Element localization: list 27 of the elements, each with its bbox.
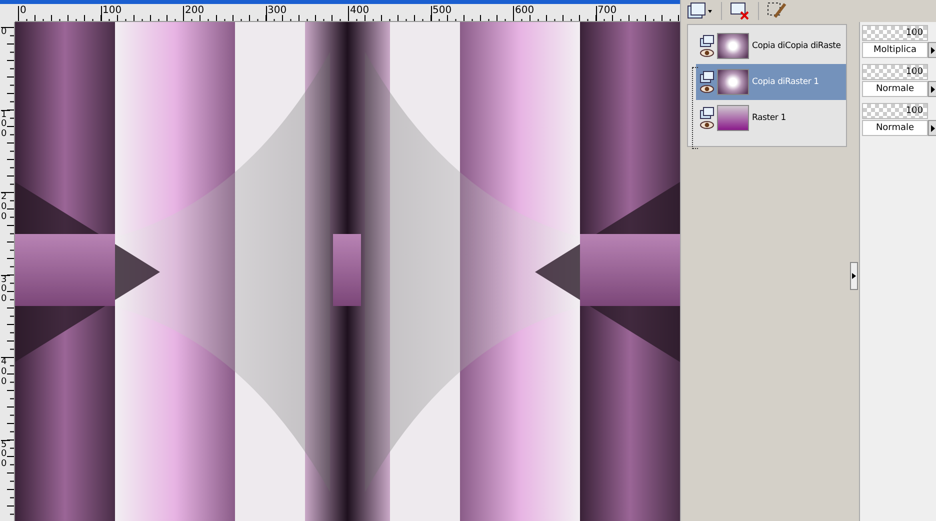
blend-mode-dropdown[interactable]: Moltiplica bbox=[862, 42, 928, 58]
layer-thumbnail bbox=[717, 105, 749, 131]
layer-thumbnail bbox=[717, 69, 749, 95]
blend-mode-arrow-button[interactable] bbox=[928, 120, 936, 136]
caret-icon bbox=[931, 46, 935, 54]
opacity-field[interactable]: 100 bbox=[862, 64, 928, 80]
opacity-field[interactable]: 100 bbox=[862, 103, 928, 119]
panel-collapse-handle[interactable] bbox=[850, 262, 858, 290]
blend-mode-arrow-button[interactable] bbox=[928, 42, 936, 58]
layer-stack-icon bbox=[700, 35, 714, 47]
layer-item[interactable]: Copia diCopia diRaste bbox=[696, 28, 846, 64]
mask-brush-button[interactable] bbox=[765, 1, 789, 21]
eye-icon bbox=[700, 49, 714, 57]
caret-icon bbox=[931, 86, 935, 92]
opacity-field[interactable]: 100 bbox=[862, 25, 928, 41]
new-layer-button[interactable] bbox=[685, 1, 715, 21]
layer-item[interactable]: Raster 1 bbox=[696, 100, 846, 136]
layer-stack-icon bbox=[700, 107, 714, 119]
eye-icon bbox=[700, 85, 714, 93]
blend-mode-dropdown[interactable]: Normale bbox=[862, 120, 928, 136]
layer-thumbnail bbox=[717, 33, 749, 59]
eye-icon bbox=[700, 121, 714, 129]
caret-icon bbox=[931, 124, 935, 132]
blend-mode-arrow-button[interactable] bbox=[928, 81, 936, 97]
caret-icon bbox=[852, 273, 856, 279]
blend-mode-dropdown[interactable]: Normale bbox=[862, 81, 928, 97]
layer-stack-icon bbox=[700, 71, 714, 83]
